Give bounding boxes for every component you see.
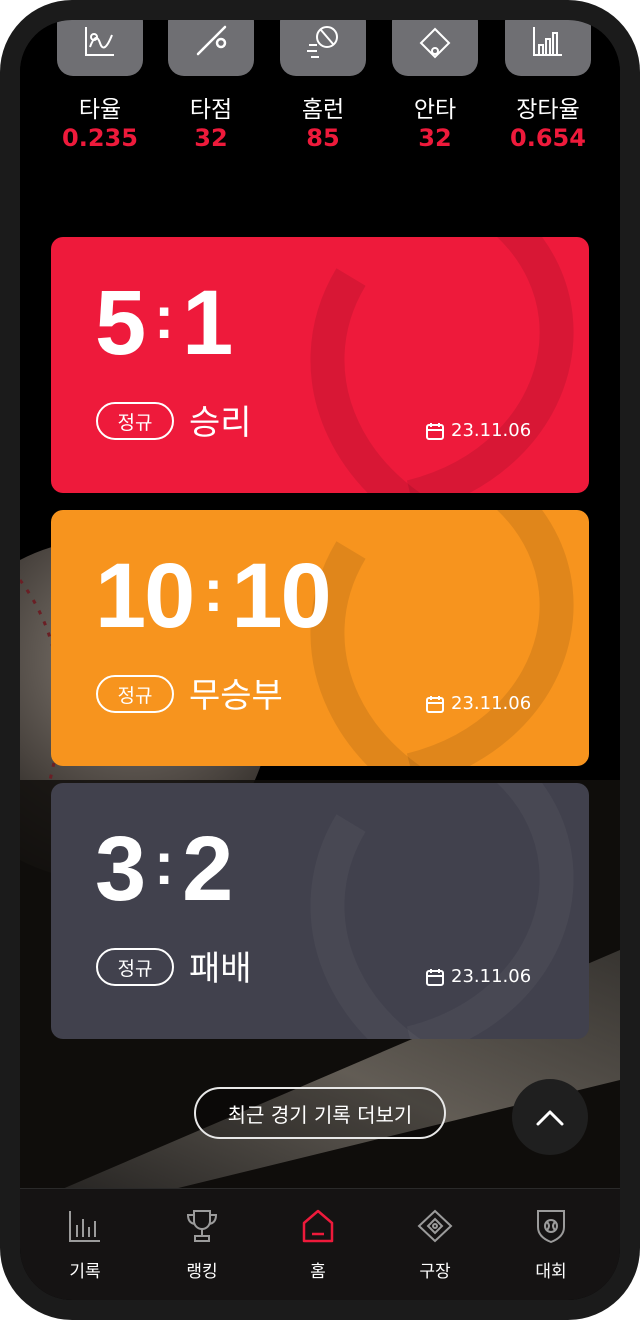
field-icon <box>417 1209 453 1243</box>
chart-icon <box>57 20 143 76</box>
diamond-icon <box>392 20 478 76</box>
baseball-icon <box>280 20 366 76</box>
tab-label: 기록 <box>69 1262 101 1282</box>
game-date: 23.11.06 <box>425 693 531 714</box>
tab-label: 구장 <box>419 1262 451 1282</box>
score-separator: : <box>154 830 174 897</box>
app-screen: 타율 0.235 타점 32 홈런 85 안타 32 장타율 0.654 5:… <box>20 20 620 1300</box>
game-type-badge: 정규 <box>96 948 174 986</box>
score-away: 2 <box>182 818 233 920</box>
game-date-text: 23.11.06 <box>451 693 532 714</box>
score: 10:10 <box>95 545 332 657</box>
score: 5:1 <box>95 272 233 384</box>
calendar-icon <box>426 968 444 986</box>
phone-frame: 타율 0.235 타점 32 홈런 85 안타 32 장타율 0.654 5:… <box>0 0 640 1320</box>
game-date: 23.11.06 <box>425 966 531 987</box>
game-date: 23.11.06 <box>425 420 531 441</box>
home-icon <box>302 1209 334 1243</box>
calendar-icon <box>426 695 444 713</box>
game-result: 무승부 <box>189 676 283 716</box>
game-type-badge: 정규 <box>96 675 174 713</box>
game-card-win[interactable]: 5:1 정규 승리 23.11.06 <box>51 237 589 493</box>
stat-label: 타율 <box>78 97 122 123</box>
tab-label: 홈 <box>310 1262 326 1282</box>
stat-label: 안타 <box>413 97 457 123</box>
tab-ranking[interactable]: 랭킹 <box>157 1207 247 1282</box>
tab-label: 랭킹 <box>186 1262 218 1282</box>
trophy-icon <box>186 1210 218 1242</box>
game-result: 승리 <box>189 403 252 443</box>
tab-home[interactable]: 홈 <box>273 1207 363 1282</box>
stats-icon <box>69 1211 100 1242</box>
stat-value: 32 <box>194 124 228 152</box>
tab-tournament[interactable]: 대회 <box>506 1207 596 1282</box>
bat-icon <box>168 20 254 76</box>
game-date-text: 23.11.06 <box>451 966 532 987</box>
game-card-draw[interactable]: 10:10 정규 무승부 23.11.06 <box>51 510 589 766</box>
tab-records[interactable]: 기록 <box>40 1207 130 1282</box>
score-home: 10 <box>95 545 195 647</box>
more-games-button[interactable]: 최근 경기 기록 더보기 <box>194 1087 446 1139</box>
game-type-badge: 정규 <box>96 402 174 440</box>
stat-label: 타점 <box>189 97 233 123</box>
tab-label: 대회 <box>535 1262 567 1282</box>
score: 3:2 <box>95 818 233 930</box>
player-stats: 타율 0.235 타점 32 홈런 85 안타 32 장타율 0.654 <box>20 20 620 180</box>
stat-value: 85 <box>306 124 340 152</box>
game-card-loss[interactable]: 3:2 정규 패배 23.11.06 <box>51 783 589 1039</box>
stat-value: 0.235 <box>62 124 138 152</box>
score-separator: : <box>203 557 223 624</box>
stat-value: 32 <box>418 124 452 152</box>
score-separator: : <box>154 284 174 351</box>
stat-value: 0.654 <box>510 124 586 152</box>
game-date-text: 23.11.06 <box>451 420 532 441</box>
shield-icon <box>537 1210 565 1244</box>
score-home: 3 <box>95 818 146 920</box>
bottom-tab-bar: 기록 랭킹 홈 구장 대회 <box>20 1188 620 1300</box>
calendar-icon <box>426 422 444 440</box>
score-home: 5 <box>95 272 146 374</box>
scroll-top-button[interactable] <box>512 1079 588 1155</box>
score-away: 1 <box>182 272 233 374</box>
stat-label: 장타율 <box>516 97 580 123</box>
tab-stadium[interactable]: 구장 <box>390 1207 480 1282</box>
stat-label: 홈런 <box>301 97 345 123</box>
game-result: 패배 <box>189 949 252 989</box>
chevron-up-icon <box>536 1110 564 1126</box>
score-away: 10 <box>231 545 331 647</box>
bar-chart-icon <box>505 20 591 76</box>
